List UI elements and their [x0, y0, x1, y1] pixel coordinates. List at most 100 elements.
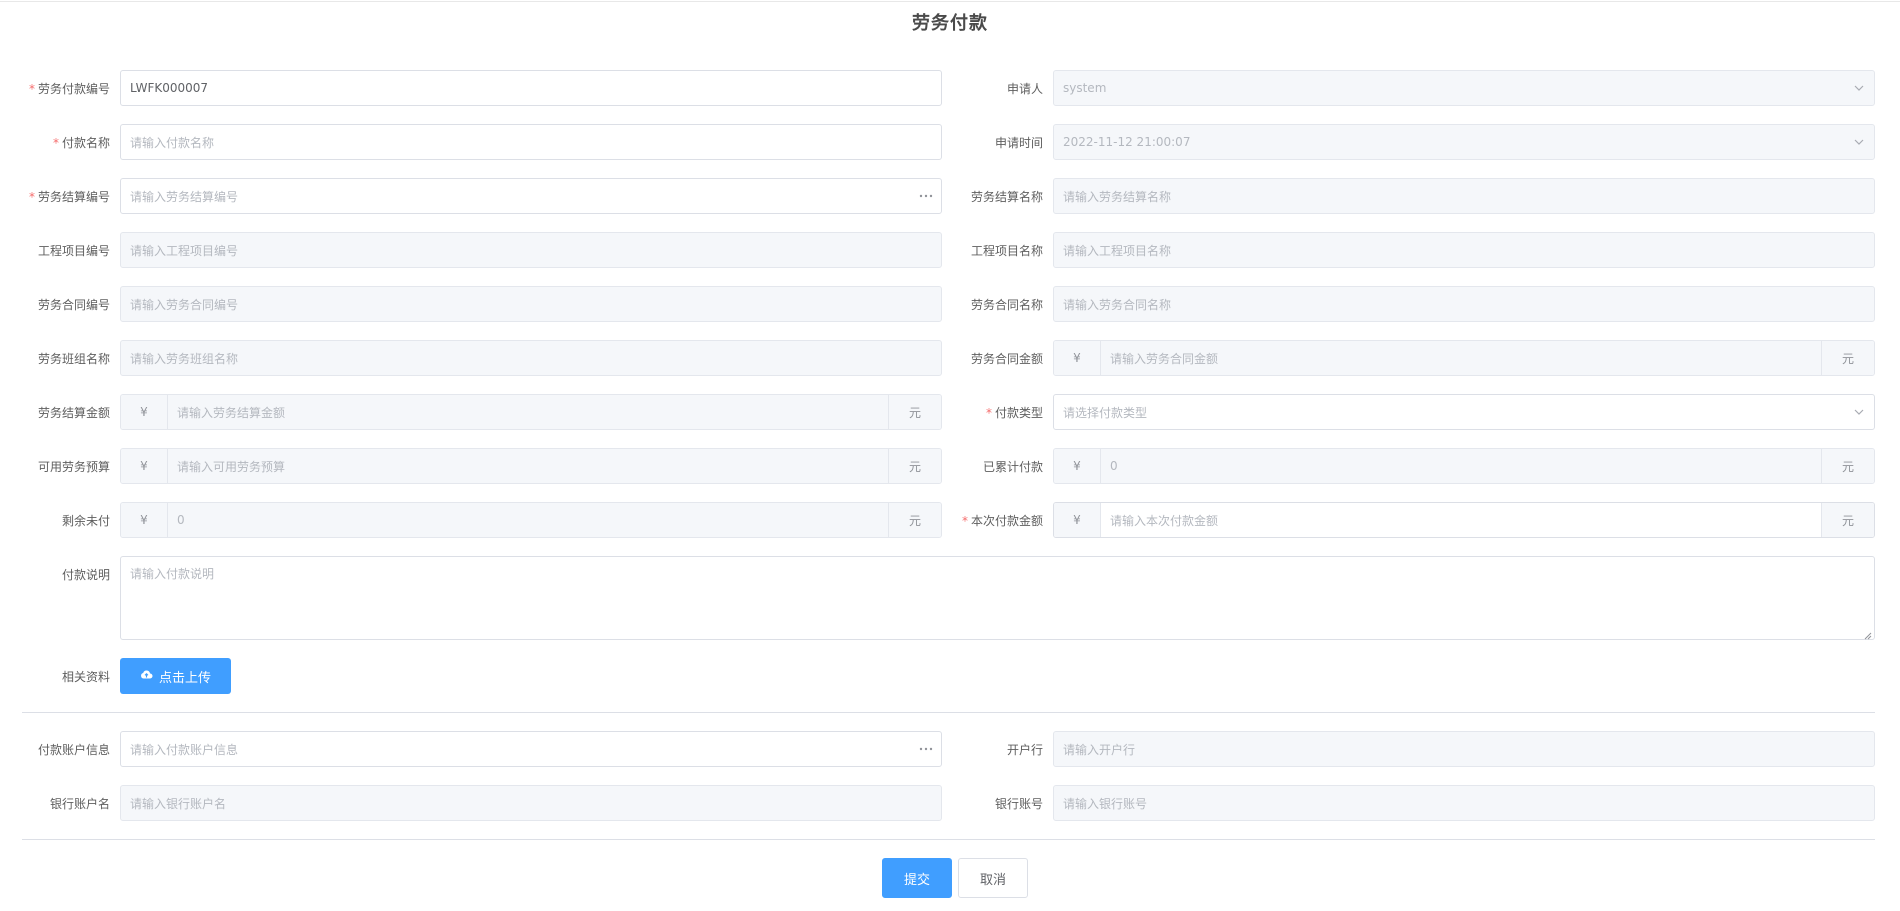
- labor-payment-page: 劳务付款 * 劳务付款编号 LWFK000007 申请人 system * 付款…: [0, 0, 1900, 911]
- current-amount-input[interactable]: ¥ 请输入本次付款金额 元: [1053, 502, 1875, 538]
- form-row: * 付款名称 请输入付款名称 申请时间 2022-11-12 21:00:07: [22, 124, 1875, 160]
- section-divider: [22, 712, 1875, 713]
- apply-time-select[interactable]: 2022-11-12 21:00:07: [1053, 124, 1875, 160]
- contract-no-input[interactable]: 请输入劳务合同编号: [120, 286, 942, 322]
- resize-grip-icon[interactable]: [1864, 629, 1872, 640]
- form-row: 劳务结算金额 ¥ 请输入劳务结算金额 元 * 付款类型 请选择付款类型: [22, 394, 1875, 430]
- payment-name-label: 付款名称: [61, 135, 110, 150]
- currency-suffix: 元: [888, 503, 941, 537]
- team-name-placeholder: 请输入劳务班组名称: [130, 351, 239, 366]
- form-item-account-info: 付款账户信息 请输入付款账户信息: [22, 731, 942, 767]
- bank-placeholder: 请输入开户行: [1063, 742, 1136, 757]
- contract-no-label: 劳务合同编号: [37, 297, 110, 312]
- submit-button[interactable]: 提交: [882, 858, 952, 898]
- apply-time-label: 申请时间: [994, 135, 1043, 150]
- payment-no-input[interactable]: LWFK000007: [120, 70, 942, 106]
- project-no-placeholder: 请输入工程项目编号: [130, 243, 239, 258]
- project-no-input[interactable]: 请输入工程项目编号: [120, 232, 942, 268]
- chevron-down-icon: [1844, 395, 1874, 429]
- form-item-project-no: 工程项目编号 请输入工程项目编号: [22, 232, 942, 268]
- current-amount-placeholder: 请输入本次付款金额: [1110, 513, 1219, 528]
- project-name-input[interactable]: 请输入工程项目名称: [1053, 232, 1875, 268]
- bank-label: 开户行: [1006, 742, 1043, 757]
- payment-name-input[interactable]: 请输入付款名称: [120, 124, 942, 160]
- currency-prefix: ¥: [121, 503, 168, 537]
- project-name-label: 工程项目名称: [970, 243, 1043, 258]
- paid-total-input[interactable]: ¥ 0 元: [1053, 448, 1875, 484]
- form-row: 劳务合同编号 请输入劳务合同编号 劳务合同名称 请输入劳务合同名称: [22, 286, 1875, 322]
- form-row: * 劳务付款编号 LWFK000007 申请人 system: [22, 70, 1875, 106]
- form-item-applicant: 申请人 system: [955, 70, 1875, 106]
- form-row: 银行账户名 请输入银行账户名 银行账号 请输入银行账号: [22, 785, 1875, 821]
- required-mark: *: [28, 81, 35, 96]
- contract-name-input[interactable]: 请输入劳务合同名称: [1053, 286, 1875, 322]
- remaining-unpaid-label: 剩余未付: [61, 513, 110, 528]
- form-item-project-name: 工程项目名称 请输入工程项目名称: [955, 232, 1875, 268]
- currency-suffix: 元: [888, 449, 941, 483]
- ellipsis-icon[interactable]: [911, 179, 941, 213]
- remaining-unpaid-input[interactable]: ¥ 0 元: [120, 502, 942, 538]
- top-divider: [0, 1, 1900, 2]
- form-item-payment-name: * 付款名称 请输入付款名称: [22, 124, 942, 160]
- settlement-name-placeholder: 请输入劳务结算名称: [1063, 189, 1172, 204]
- contract-amount-input[interactable]: ¥ 请输入劳务合同金额 元: [1053, 340, 1875, 376]
- form-item-settlement-amount: 劳务结算金额 ¥ 请输入劳务结算金额 元: [22, 394, 942, 430]
- form-item-payment-desc: 付款说明 请输入付款说明: [22, 556, 1875, 640]
- currency-suffix: 元: [1821, 449, 1874, 483]
- account-info-input[interactable]: 请输入付款账户信息: [120, 731, 942, 767]
- settlement-name-input[interactable]: 请输入劳务结算名称: [1053, 178, 1875, 214]
- form-item-bank: 开户行 请输入开户行: [955, 731, 1875, 767]
- upload-button[interactable]: 点击上传: [120, 658, 232, 694]
- payment-desc-textarea[interactable]: 请输入付款说明: [120, 556, 1875, 640]
- form-item-settlement-no: * 劳务结算编号 请输入劳务结算编号: [22, 178, 942, 214]
- ellipsis-icon[interactable]: [911, 732, 941, 766]
- payment-type-select[interactable]: 请选择付款类型: [1053, 394, 1875, 430]
- available-budget-placeholder: 请输入可用劳务预算: [177, 459, 286, 474]
- form-item-account-name: 银行账户名 请输入银行账户名: [22, 785, 942, 821]
- bank-input[interactable]: 请输入开户行: [1053, 731, 1875, 767]
- payment-type-label: 付款类型: [994, 405, 1043, 420]
- form-item-current-amount: * 本次付款金额 ¥ 请输入本次付款金额 元: [955, 502, 1875, 538]
- cancel-button[interactable]: 取消: [958, 858, 1028, 898]
- account-no-input[interactable]: 请输入银行账号: [1053, 785, 1875, 821]
- account-info-label: 付款账户信息: [37, 742, 110, 757]
- contract-amount-placeholder: 请输入劳务合同金额: [1110, 351, 1219, 366]
- currency-suffix: 元: [1821, 503, 1874, 537]
- available-budget-input[interactable]: ¥ 请输入可用劳务预算 元: [120, 448, 942, 484]
- form-item-settlement-name: 劳务结算名称 请输入劳务结算名称: [955, 178, 1875, 214]
- settlement-no-input[interactable]: 请输入劳务结算编号: [120, 178, 942, 214]
- currency-prefix: ¥: [1054, 449, 1101, 483]
- form-item-attachments: 相关资料 点击上传: [22, 658, 942, 694]
- upload-button-label: 点击上传: [159, 670, 212, 686]
- contract-amount-label: 劳务合同金额: [970, 351, 1043, 366]
- payment-no-value: LWFK000007: [130, 81, 209, 95]
- required-mark: *: [985, 405, 992, 420]
- form-item-team-name: 劳务班组名称 请输入劳务班组名称: [22, 340, 942, 376]
- form-item-apply-time: 申请时间 2022-11-12 21:00:07: [955, 124, 1875, 160]
- account-no-placeholder: 请输入银行账号: [1063, 796, 1148, 811]
- chevron-down-icon: [1844, 125, 1874, 159]
- form-item-contract-no: 劳务合同编号 请输入劳务合同编号: [22, 286, 942, 322]
- form-row: 劳务班组名称 请输入劳务班组名称 劳务合同金额 ¥ 请输入劳务合同金额 元: [22, 340, 1875, 376]
- account-name-input[interactable]: 请输入银行账户名: [120, 785, 942, 821]
- apply-time-value: 2022-11-12 21:00:07: [1063, 135, 1191, 149]
- form-item-payment-type: * 付款类型 请选择付款类型: [955, 394, 1875, 430]
- currency-suffix: 元: [888, 395, 941, 429]
- settlement-amount-input[interactable]: ¥ 请输入劳务结算金额 元: [120, 394, 942, 430]
- form-row: 可用劳务预算 ¥ 请输入可用劳务预算 元 已累计付款 ¥ 0 元: [22, 448, 1875, 484]
- team-name-input[interactable]: 请输入劳务班组名称: [120, 340, 942, 376]
- account-info-placeholder: 请输入付款账户信息: [130, 742, 239, 757]
- currency-prefix: ¥: [1054, 341, 1101, 375]
- applicant-select[interactable]: system: [1053, 70, 1875, 106]
- form-item-remaining-unpaid: 剩余未付 ¥ 0 元: [22, 502, 942, 538]
- chevron-down-icon: [1844, 71, 1874, 105]
- form-row: 工程项目编号 请输入工程项目编号 工程项目名称 请输入工程项目名称: [22, 232, 1875, 268]
- project-name-placeholder: 请输入工程项目名称: [1063, 243, 1172, 258]
- currency-prefix: ¥: [121, 395, 168, 429]
- paid-total-label: 已累计付款: [982, 459, 1043, 474]
- account-form: 付款账户信息 请输入付款账户信息 开户行 请输入开户行 银行账户名 请输入银行账…: [22, 731, 1875, 839]
- settlement-amount-placeholder: 请输入劳务结算金额: [177, 405, 286, 420]
- payment-desc-placeholder: 请输入付款说明: [130, 567, 215, 581]
- contract-no-placeholder: 请输入劳务合同编号: [130, 297, 239, 312]
- form-item-paid-total: 已累计付款 ¥ 0 元: [955, 448, 1875, 484]
